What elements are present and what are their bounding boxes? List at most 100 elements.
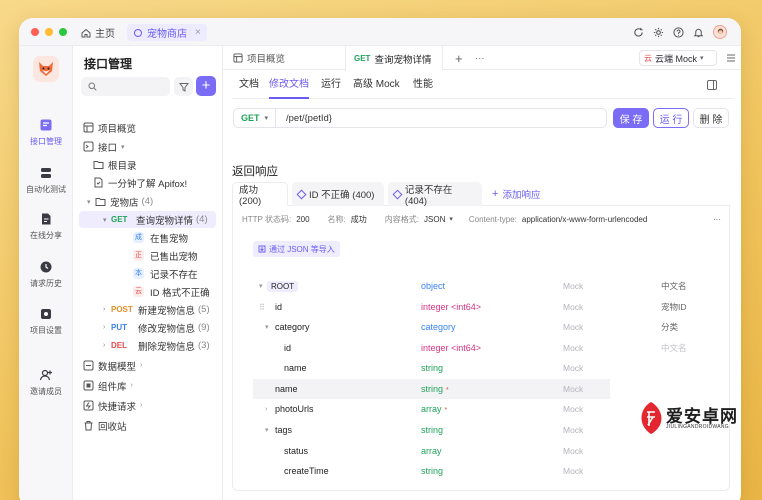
field-type[interactable]: array [421,446,442,456]
field-type[interactable]: integer <int64> [421,302,481,312]
filter-button[interactable] [174,77,193,96]
schema-row[interactable]: ⠿ id integer <int64> Mock 宠物ID [253,297,709,317]
schema-row[interactable]: id integer <int64> Mock 中文名 [253,338,709,358]
close-window-button[interactable] [31,28,39,36]
rail-item-share[interactable]: 在线分享 [19,212,73,241]
method-select[interactable]: GET ▾ [234,109,276,127]
add-api-button[interactable]: + [196,76,216,96]
delete-button[interactable]: 删 除 [693,108,729,128]
field-cn-name[interactable]: 中文名 [661,342,687,354]
field-mock[interactable]: Mock [563,384,583,394]
refresh-icon[interactable] [633,27,644,38]
rail-item-label: 项目设置 [30,326,62,335]
required-marker: * [446,387,449,394]
tab-edit-docs[interactable]: 修改文档 [269,74,309,99]
tree-item-query-pet[interactable]: ▾ GET 查询宠物详情 (4) [79,211,216,228]
tree-item-petstore[interactable]: ▾ 宠物店 (4) [73,193,216,210]
tab-docs[interactable]: 文档 [239,74,259,99]
help-icon[interactable] [673,26,684,38]
tree-item-overview[interactable]: 项目概览 [73,119,216,136]
tree-item-case-bad-id[interactable]: 云 ID 格式不正确 [73,283,216,300]
tab-response-400[interactable]: ID 不正确 (400) [292,182,384,206]
minimize-window-button[interactable] [45,28,53,36]
menu-icon[interactable] [726,53,736,63]
field-mock[interactable]: Mock [563,363,583,373]
run-button[interactable]: 运 行 [653,108,689,128]
tab-advanced-mock[interactable]: 高级 Mock [353,74,400,99]
rail-item-test[interactable]: 自动化测试 [19,166,73,195]
url-path-input[interactable]: /pet/{petId} [286,113,332,124]
maximize-window-button[interactable] [59,28,67,36]
tree-item-case-sold[interactable]: 正 已售出宠物 [73,247,216,264]
user-avatar[interactable] [713,25,727,39]
environment-select[interactable]: 云 云端 Mock ▾ [639,50,717,66]
settings-icon[interactable] [653,27,664,38]
field-cn-name[interactable]: 宠物ID [661,301,687,313]
field-cn-name[interactable]: 分类 [661,321,678,333]
schema-row[interactable]: status array Mock [253,441,709,461]
tree-search-input[interactable] [81,77,170,96]
field-type[interactable]: string [421,363,443,373]
layout-toggle-icon[interactable] [707,80,717,90]
tab-run[interactable]: 运行 [321,74,341,99]
schema-row[interactable]: name string * Mock [253,379,610,399]
tree-item-models[interactable]: 数据模型 › [73,357,216,374]
close-tab-icon[interactable]: × [195,27,201,38]
field-type[interactable]: string [421,466,443,476]
rail-item-settings[interactable]: 项目设置 [19,307,73,336]
history-icon [40,261,52,273]
tab-response-404[interactable]: 记录不存在 (404) [388,182,482,207]
field-type[interactable]: object [421,281,445,291]
schema-row[interactable]: createTime string Mock [253,461,709,481]
schema-row[interactable]: ▾ ROOT object Mock 中文名 [253,276,709,296]
field-mock[interactable]: Mock [563,466,583,476]
content-format-value[interactable]: JSON [424,215,445,224]
field-type[interactable]: string * [421,384,449,394]
field-cn-name[interactable]: 中文名 [661,280,687,292]
tree-item-create-pet[interactable]: › POST 新建宠物信息 (5) [73,301,216,318]
import-json-button[interactable]: 通过 JSON 等导入 [253,241,340,257]
field-mock[interactable]: Mock [563,404,583,414]
tab-query-pet[interactable]: GET 查询宠物详情 [345,46,443,71]
field-type[interactable]: string [421,425,443,435]
tree-item-delete-pet[interactable]: › DEL 删除宠物信息 (3) [73,337,216,354]
tab-response-200[interactable]: 成功 (200) [232,182,288,207]
tree-item-api[interactable]: 接口 ▾ [73,138,216,155]
rail-item-invite[interactable]: 邀请成员 [19,368,73,397]
field-mock[interactable]: Mock [563,425,583,435]
tree-item-trash[interactable]: 回收站 [73,417,216,434]
tree-item-quick-request[interactable]: 快捷请求 › [73,397,216,414]
petstore-tab[interactable]: 宠物商店 × [127,24,207,41]
add-response-button[interactable]: + 添加响应 [486,182,556,206]
field-mock[interactable]: Mock [563,302,583,312]
field-mock[interactable]: Mock [563,322,583,332]
rail-item-api[interactable]: 接口管理 [19,118,73,147]
tree-item-case-on-sale[interactable]: 成 在售宠物 [73,229,216,246]
more-options-icon[interactable]: ··· [713,215,721,224]
quick-request-icon [83,400,94,411]
field-mock[interactable]: Mock [563,343,583,353]
tab-project-overview[interactable]: 项目概览 [225,46,293,70]
schema-row[interactable]: ▾ category category Mock 分类 [253,317,709,337]
tab-performance[interactable]: 性能 [413,74,433,99]
tree-item-intro[interactable]: 一分钟了解 Apifox! [73,174,216,191]
save-button[interactable]: 保 存 [613,108,649,128]
tree-item-update-pet[interactable]: › PUT 修改宠物信息 (9) [73,319,216,336]
tree-item-case-not-found[interactable]: 本 记录不存在 [73,265,216,282]
schema-row[interactable]: name string Mock [253,358,709,378]
field-type[interactable]: integer <int64> [421,343,481,353]
drag-handle-icon[interactable]: ⠿ [259,303,265,312]
rail-item-history[interactable]: 请求历史 [19,260,73,289]
status-code-value[interactable]: 200 [296,215,309,224]
tree-item-root-dir[interactable]: 根目录 [73,156,216,173]
response-name-value[interactable]: 成功 [351,214,367,225]
tree-item-components[interactable]: 组件库 › [73,377,216,394]
bell-icon[interactable] [693,27,704,38]
field-mock[interactable]: Mock [563,281,583,291]
more-tabs-button[interactable]: ··· [467,46,493,70]
field-type[interactable]: category [421,322,456,332]
home-tab[interactable]: 主页 [81,25,115,40]
search-icon [88,82,97,91]
field-mock[interactable]: Mock [563,446,583,456]
field-type[interactable]: array * [421,404,447,414]
